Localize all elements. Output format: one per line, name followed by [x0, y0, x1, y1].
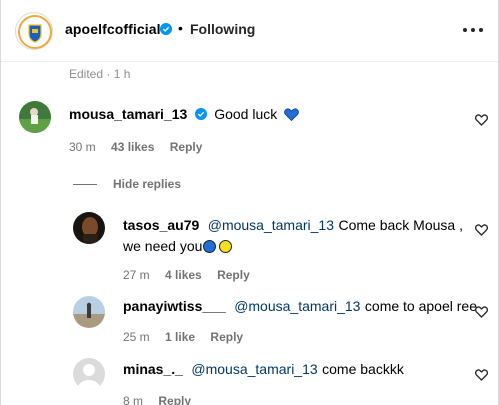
post-header: apoelfcofficial • Following: [1, 0, 498, 62]
blue-circle-icon: [203, 240, 217, 253]
comment-likes[interactable]: 4 likes: [165, 268, 202, 282]
reply-text: we need you: [123, 238, 203, 254]
divider: [73, 184, 97, 186]
reply-button[interactable]: Reply: [217, 268, 250, 282]
yellow-circle-icon: [219, 240, 233, 253]
comment-body: mousa_tamari_13 Good luck: [69, 106, 299, 124]
reply-text: Come back Mousa ,: [338, 217, 463, 233]
avatar[interactable]: [73, 358, 105, 390]
reply-button[interactable]: Reply: [158, 394, 191, 405]
avatar[interactable]: [19, 101, 51, 133]
edited-timestamp: Edited · 1 h: [69, 67, 131, 81]
reply-body: minas_._ @mousa_tamari_13 come backkk: [123, 361, 404, 379]
comment-likes[interactable]: 1 like: [165, 330, 195, 344]
following-button[interactable]: Following: [190, 21, 255, 37]
more-horizontal-icon[interactable]: [463, 27, 483, 35]
reply-username[interactable]: tasos_au79: [123, 217, 199, 233]
hide-replies-label: Hide replies: [113, 177, 182, 191]
comment-likes[interactable]: 43 likes: [111, 140, 154, 154]
like-heart-icon[interactable]: [475, 306, 488, 318]
avatar[interactable]: [15, 12, 53, 50]
reply-text: come to apoel ree: [364, 298, 477, 314]
verified-badge-icon: [194, 108, 207, 120]
blue-heart-icon: [283, 108, 299, 122]
comment-meta: 25 m 1 like Reply: [123, 330, 255, 344]
header-username[interactable]: apoelfcofficial: [65, 21, 161, 37]
hide-replies-button[interactable]: Hide replies: [73, 177, 181, 191]
comment-time: 8 m: [123, 394, 144, 405]
comment-time: 30 m: [69, 140, 96, 154]
default-avatar-icon: [73, 358, 105, 390]
comment-text: Good luck: [214, 106, 278, 122]
comments-panel: apoelfcofficial • Following Edited · 1 h…: [0, 0, 499, 405]
like-heart-icon[interactable]: [475, 114, 488, 126]
reply-username[interactable]: minas_._: [123, 361, 183, 377]
comment-meta: 27 m 4 likes Reply: [123, 268, 262, 282]
user-photo-icon: [73, 296, 105, 328]
comment-username[interactable]: mousa_tamari_13: [69, 106, 187, 122]
user-photo-icon: [73, 212, 105, 244]
mention-link[interactable]: @mousa_tamari_13: [234, 298, 360, 314]
reply-body: panayiwtiss___ @mousa_tamari_13 come to …: [123, 298, 477, 316]
mention-link[interactable]: @mousa_tamari_13: [191, 361, 317, 377]
mention-link[interactable]: @mousa_tamari_13: [208, 217, 334, 233]
comment-time: 25 m: [123, 330, 150, 344]
like-heart-icon[interactable]: [475, 369, 488, 381]
verified-badge-icon: [160, 23, 172, 35]
user-photo-icon: [19, 101, 51, 133]
comment-meta: 8 m Reply: [123, 394, 203, 405]
reply-body: tasos_au79 @mousa_tamari_13 Come back Mo…: [123, 215, 463, 257]
avatar[interactable]: [73, 212, 105, 244]
reply-text: come backkk: [322, 361, 404, 377]
apoel-logo-icon: [18, 15, 52, 49]
avatar[interactable]: [73, 296, 105, 328]
reply-button[interactable]: Reply: [210, 330, 243, 344]
reply-username[interactable]: panayiwtiss___: [123, 298, 226, 314]
separator-dot: •: [178, 20, 183, 36]
comment-time: 27 m: [123, 268, 150, 282]
comment-meta: 30 m 43 likes Reply: [69, 140, 214, 154]
reply-button[interactable]: Reply: [170, 140, 203, 154]
like-heart-icon[interactable]: [475, 224, 488, 236]
